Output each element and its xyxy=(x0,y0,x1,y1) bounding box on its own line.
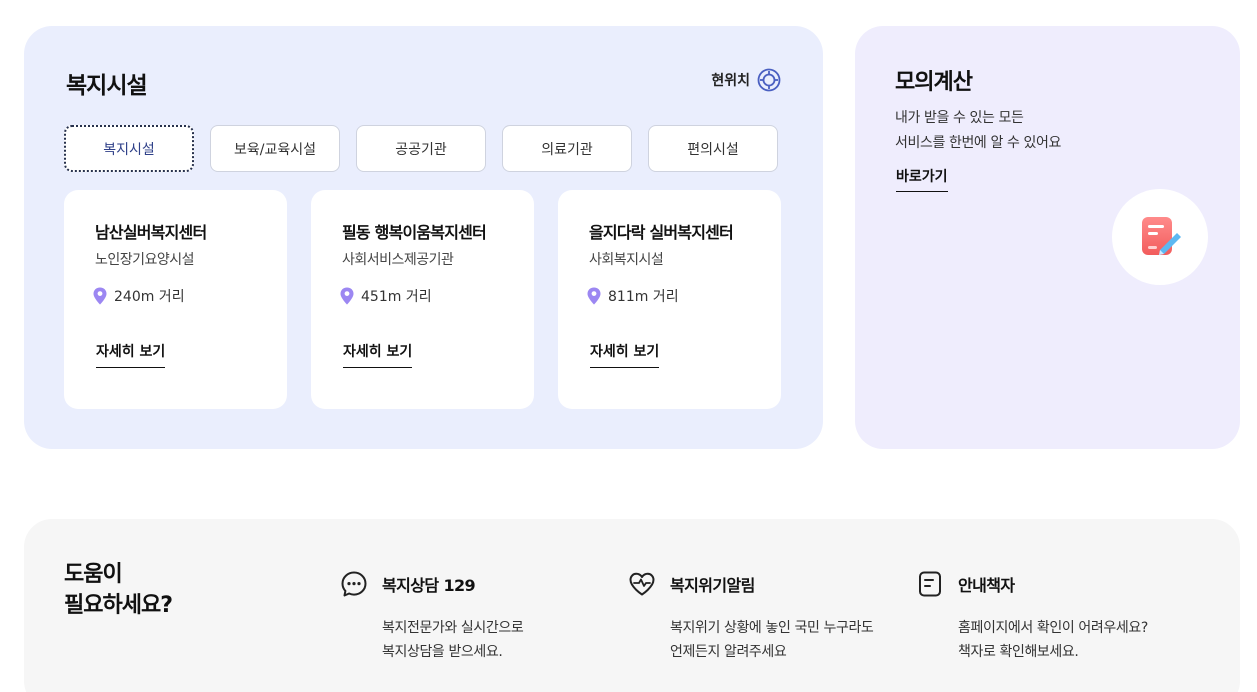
calc-desc-line: 내가 받을 수 있는 모든 xyxy=(895,110,1024,126)
facility-distance-text: 811m 거리 xyxy=(608,289,679,305)
facility-distance-text: 240m 거리 xyxy=(114,289,185,305)
help-title-line: 필요하세요? xyxy=(64,593,173,618)
facility-name: 을지다락 실버복지센터 xyxy=(589,223,734,242)
document-icon xyxy=(919,571,941,597)
facility-card: 필동 행복이움복지센터 사회서비스제공기관 451m 거리 자세히 보기 xyxy=(311,190,534,409)
facility-detail-link[interactable]: 자세히 보기 xyxy=(590,341,660,368)
help-item-desc: 홈페이지에서 확인이 어려우세요? 책자로 확인해보세요. xyxy=(958,616,1148,664)
location-pin-icon xyxy=(93,287,107,305)
tab-public-institution[interactable]: 공공기관 xyxy=(356,125,486,172)
current-location-button[interactable]: 현위치 xyxy=(711,68,781,92)
help-item-title: 복지상담 129 xyxy=(382,576,476,595)
tab-medical-institution[interactable]: 의료기관 xyxy=(502,125,632,172)
facility-distance: 451m 거리 xyxy=(339,286,432,306)
help-item-desc: 복지전문가와 실시간으로 복지상담을 받으세요. xyxy=(382,616,524,664)
mock-calculation-panel: 모의계산 내가 받을 수 있는 모든 서비스를 한번에 알 수 있어요 바로가기 xyxy=(855,26,1240,449)
help-desc-line: 복지전문가와 실시간으로 xyxy=(382,620,524,636)
help-item-head: 복지상담 129 xyxy=(340,570,523,598)
facility-card-list: 남산실버복지센터 노인장기요양시설 240m 거리 자세히 보기 필동 행복이움… xyxy=(64,190,781,409)
heart-pulse-icon xyxy=(629,572,655,596)
tab-convenience-facility[interactable]: 편의시설 xyxy=(648,125,778,172)
facility-card: 을지다락 실버복지센터 사회복지시설 811m 거리 자세히 보기 xyxy=(558,190,781,409)
facility-type: 사회복지시설 xyxy=(589,252,664,268)
help-title: 도움이 필요하세요? xyxy=(64,559,173,621)
facility-name: 남산실버복지센터 xyxy=(95,223,207,242)
tab-welfare-facility[interactable]: 복지시설 xyxy=(64,125,194,172)
welfare-facilities-panel: 복지시설 현위치 복지시설 보육/교육시설 공공기관 의료기관 편의시설 남산실… xyxy=(24,26,823,449)
facility-detail-link[interactable]: 자세히 보기 xyxy=(343,341,413,368)
facility-distance: 240m 거리 xyxy=(92,286,185,306)
help-desc-line: 홈페이지에서 확인이 어려우세요? xyxy=(958,620,1148,636)
crosshair-icon xyxy=(757,68,781,92)
calc-desc-line: 서비스를 한번에 알 수 있어요 xyxy=(895,135,1061,151)
calc-description: 내가 받을 수 있는 모든 서비스를 한번에 알 수 있어요 xyxy=(895,106,1061,156)
calc-title: 모의계산 xyxy=(895,70,973,95)
help-panel: 도움이 필요하세요? 복지상담 129 복지전문가와 실시간으로 복지상담을 받… xyxy=(24,519,1240,692)
welfare-title: 복지시설 xyxy=(66,73,148,99)
help-item-title: 안내책자 xyxy=(958,576,1015,595)
facility-name: 필동 행복이움복지센터 xyxy=(342,223,487,242)
facility-distance-text: 451m 거리 xyxy=(361,289,432,305)
help-item-desc: 복지위기 상황에 놓인 국민 누구라도 언제든지 알려주세요 xyxy=(670,616,874,664)
document-pencil-icon xyxy=(1142,217,1181,255)
help-item-title: 복지위기알림 xyxy=(670,576,755,595)
help-item-counseling[interactable]: 복지상담 129 복지전문가와 실시간으로 복지상담을 받으세요. xyxy=(340,570,524,664)
facility-type: 사회서비스제공기관 xyxy=(342,252,454,268)
help-title-line: 도움이 xyxy=(64,562,123,587)
facility-card: 남산실버복지센터 노인장기요양시설 240m 거리 자세히 보기 xyxy=(64,190,287,409)
current-location-label: 현위치 xyxy=(711,73,750,89)
calc-go-link[interactable]: 바로가기 xyxy=(896,166,948,192)
calc-badge xyxy=(1112,189,1208,285)
facility-detail-link[interactable]: 자세히 보기 xyxy=(96,341,166,368)
help-desc-line: 언제든지 알려주세요 xyxy=(670,644,787,660)
help-item-crisis-alert[interactable]: 복지위기알림 복지위기 상황에 놓인 국민 누구라도 언제든지 알려주세요 xyxy=(628,570,874,664)
help-desc-line: 복지위기 상황에 놓인 국민 누구라도 xyxy=(670,620,874,636)
tab-childcare-education[interactable]: 보육/교육시설 xyxy=(210,125,340,172)
help-item-head: 복지위기알림 xyxy=(628,570,873,598)
facility-type: 노인장기요양시설 xyxy=(95,252,195,268)
help-desc-line: 책자로 확인해보세요. xyxy=(958,644,1079,660)
help-desc-line: 복지상담을 받으세요. xyxy=(382,644,503,660)
location-pin-icon xyxy=(587,287,601,305)
location-pin-icon xyxy=(340,287,354,305)
help-item-guidebook[interactable]: 안내책자 홈페이지에서 확인이 어려우세요? 책자로 확인해보세요. xyxy=(916,570,1148,664)
facility-tabs: 복지시설 보육/교육시설 공공기관 의료기관 편의시설 xyxy=(64,125,778,172)
facility-distance: 811m 거리 xyxy=(586,286,679,306)
help-item-head: 안내책자 xyxy=(916,570,1148,598)
chat-bubble-icon xyxy=(341,571,367,597)
